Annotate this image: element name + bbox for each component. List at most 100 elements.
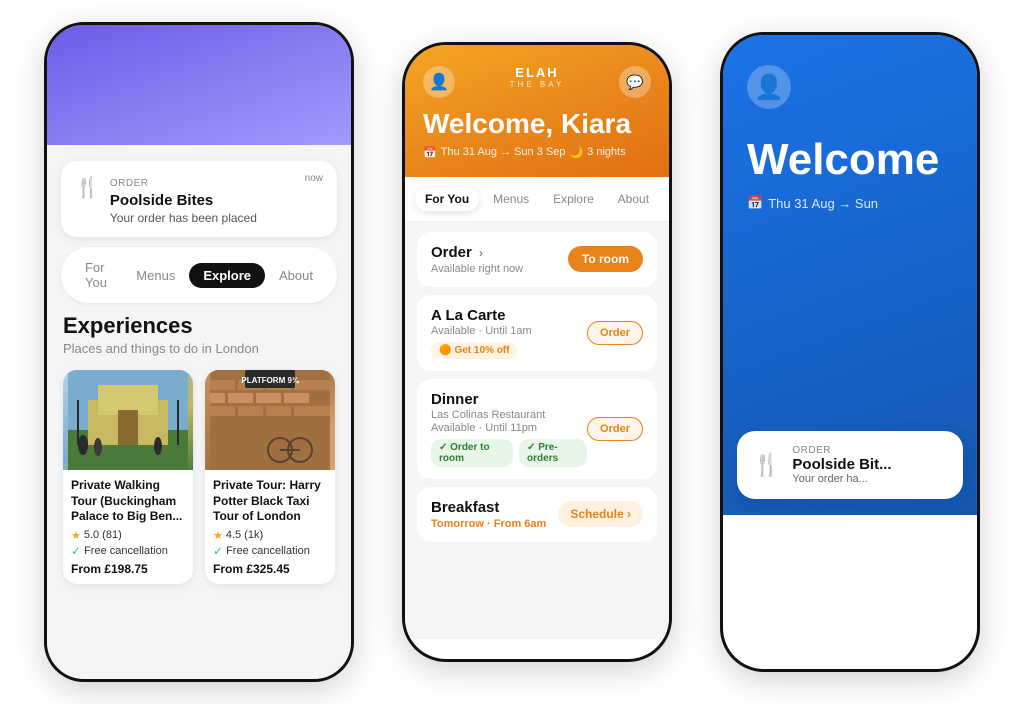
dinner-order-button[interactable]: Order — [587, 417, 643, 441]
phone-2: 👤 ELAH THE BAY 💬 Welcome, Kiara 📅 Thu 31… — [402, 42, 672, 662]
phone-3: 👤 Welcome 📅 Thu 31 Aug → Sun 🍴 ORDER Poo… — [720, 32, 980, 672]
phone2-body: Order › Available right now To room A La… — [405, 222, 669, 639]
chat-icon[interactable]: 💬 — [619, 66, 651, 98]
p2-tab-menus[interactable]: Menus — [483, 187, 539, 211]
avatar-icon[interactable]: 👤 — [423, 66, 455, 98]
breakfast-availability: Tomorrow · From 6am — [431, 518, 546, 530]
to-room-button[interactable]: To room — [568, 246, 643, 272]
p3-avatar-icon[interactable]: 👤 — [747, 65, 791, 109]
p3-order-label: ORDER — [792, 445, 947, 456]
breakfast-title: Breakfast — [431, 499, 546, 516]
dinner-card[interactable]: Dinner Las Colinas Restaurant Available … — [417, 379, 657, 479]
dinner-restaurant: Las Colinas Restaurant — [431, 409, 587, 421]
star-icon-1: ★ — [71, 529, 81, 542]
experience-name-1: Private Walking Tour (Buckingham Palace … — [71, 478, 185, 525]
p3-fork-knife-icon: 🍴 — [753, 452, 780, 478]
tab-menus[interactable]: Menus — [122, 263, 189, 288]
order-timestamp: now — [305, 173, 323, 184]
phone1-header — [47, 25, 351, 145]
tab-for-you[interactable]: For You — [71, 255, 122, 295]
elah-logo-text: ELAH — [510, 65, 565, 80]
phone2-header: 👤 ELAH THE BAY 💬 Welcome, Kiara 📅 Thu 31… — [405, 45, 669, 177]
order-card-title: Order › — [431, 244, 483, 261]
experience-price-2: From £325.45 — [213, 562, 327, 576]
tab-about[interactable]: About — [265, 263, 327, 288]
p3-welcome-text: Welcome — [747, 137, 953, 183]
dinner-tags: ✓ Order to room ✓ Pre-orders — [431, 439, 587, 467]
experience-price-1: From £198.75 — [71, 562, 185, 576]
star-icon-2: ★ — [213, 529, 223, 542]
cancellation-badge-2: ✓ Free cancellation — [213, 544, 327, 558]
p3-dates: Thu 31 Aug → Sun — [768, 196, 878, 211]
buckingham-palace-image — [63, 370, 193, 470]
a-la-carte-order-button[interactable]: Order — [587, 321, 643, 345]
experience-image-wrap-1 — [63, 370, 193, 470]
experience-image-wrap-2: PLATFORM 9¾ — [205, 370, 335, 470]
welcome-greeting: Welcome, Kiara — [423, 109, 651, 140]
a-la-carte-subtitle: Available · Until 1am — [431, 325, 532, 337]
order-status: Your order has been placed — [110, 211, 323, 225]
check-icon-2: ✓ — [213, 544, 223, 558]
arrow-icon: › — [479, 246, 483, 260]
phone1-content: 🍴 ORDER now Poolside Bites Your order ha… — [47, 145, 351, 682]
a-la-carte-info: A La Carte Available · Until 1am 🟠 Get 1… — [431, 307, 532, 359]
order-text-block: ORDER now Poolside Bites Your order has … — [110, 173, 323, 225]
p2-tab-about[interactable]: About — [608, 187, 659, 211]
fork-knife-icon: 🍴 — [75, 175, 100, 200]
section-title: Experiences — [63, 313, 335, 339]
experience-card-1[interactable]: Private Walking Tour (Buckingham Palace … — [63, 370, 193, 584]
review-count-1: (81) — [102, 529, 122, 541]
experience-rating-2: ★ 4.5 (1k) — [213, 529, 327, 542]
order-to-room-tag: ✓ Order to room — [431, 439, 513, 467]
a-la-carte-title: A La Carte — [431, 307, 532, 324]
moon-icon: 🌙 — [569, 146, 583, 159]
section-subtitle: Places and things to do in London — [63, 341, 335, 356]
schedule-button[interactable]: Schedule › — [558, 501, 643, 527]
elah-sub-text: THE BAY — [510, 80, 565, 89]
tab-explore[interactable]: Explore — [189, 263, 265, 288]
rating-value-2: 4.5 — [226, 529, 241, 541]
p3-order-card[interactable]: 🍴 ORDER Poolside Bit... Your order ha... — [737, 431, 963, 499]
order-restaurant-name: Poolside Bites — [110, 192, 323, 209]
phone2-header-icons: 👤 ELAH THE BAY 💬 — [423, 65, 651, 99]
phone3-header: 👤 Welcome 📅 Thu 31 Aug → Sun 🍴 ORDER Poo… — [723, 35, 977, 515]
cancellation-badge-1: ✓ Free cancellation — [71, 544, 185, 558]
a-la-carte-card[interactable]: A La Carte Available · Until 1am 🟠 Get 1… — [417, 295, 657, 371]
order-card-header: Order › Available right now To room — [431, 244, 643, 275]
p3-date-range: 📅 Thu 31 Aug → Sun — [747, 195, 953, 211]
navigation-tabs: For You Menus Explore About — [61, 247, 337, 303]
experiences-list: Private Walking Tour (Buckingham Palace … — [47, 370, 351, 584]
cancellation-text-2: Free cancellation — [226, 545, 310, 557]
phone-1: 🍴 ORDER now Poolside Bites Your order ha… — [44, 22, 354, 682]
cancellation-text-1: Free cancellation — [84, 545, 168, 557]
pre-orders-tag: ✓ Pre-orders — [519, 439, 587, 467]
order-menu-card[interactable]: Order › Available right now To room — [417, 232, 657, 287]
dinner-info: Dinner Las Colinas Restaurant Available … — [431, 391, 587, 467]
p2-tab-for-you[interactable]: For You — [415, 187, 479, 211]
experience-rating-1: ★ 5.0 (81) — [71, 529, 185, 542]
calendar-icon: 📅 — [423, 146, 437, 159]
order-notification-card[interactable]: 🍴 ORDER now Poolside Bites Your order ha… — [61, 161, 337, 237]
p3-calendar-icon: 📅 — [747, 195, 763, 211]
p3-order-status: Your order ha... — [792, 473, 947, 485]
order-card-title-wrap: Order › Available right now — [431, 244, 523, 275]
svg-text:PLATFORM 9¾: PLATFORM 9¾ — [241, 376, 300, 385]
breakfast-card[interactable]: Breakfast Tomorrow · From 6am Schedule › — [417, 487, 657, 542]
order-label: ORDER — [110, 178, 149, 189]
dates-text: Thu 31 Aug → Sun 3 Sep — [441, 146, 566, 158]
elah-logo: ELAH THE BAY — [510, 65, 565, 89]
order-meta-row: ORDER now — [110, 173, 323, 191]
a-la-carte-header: A La Carte Available · Until 1am 🟠 Get 1… — [431, 307, 643, 359]
dinner-availability: Available · Until 11pm — [431, 422, 587, 434]
p3-order-content: ORDER Poolside Bit... Your order ha... — [792, 445, 947, 485]
order-card-subtitle: Available right now — [431, 263, 523, 275]
dinner-title: Dinner — [431, 391, 587, 408]
experience-info-1: Private Walking Tour (Buckingham Palace … — [63, 470, 193, 584]
harry-potter-image: PLATFORM 9¾ — [205, 370, 335, 470]
experience-card-2[interactable]: PLATFORM 9¾ Private Tour: Harry Potter B… — [205, 370, 335, 584]
breakfast-header: Breakfast Tomorrow · From 6am Schedule › — [431, 499, 643, 530]
nights-text: 3 nights — [587, 146, 626, 158]
dinner-header: Dinner Las Colinas Restaurant Available … — [431, 391, 643, 467]
p2-tab-explore[interactable]: Explore — [543, 187, 604, 211]
discount-badge: 🟠 Get 10% off — [431, 342, 517, 359]
